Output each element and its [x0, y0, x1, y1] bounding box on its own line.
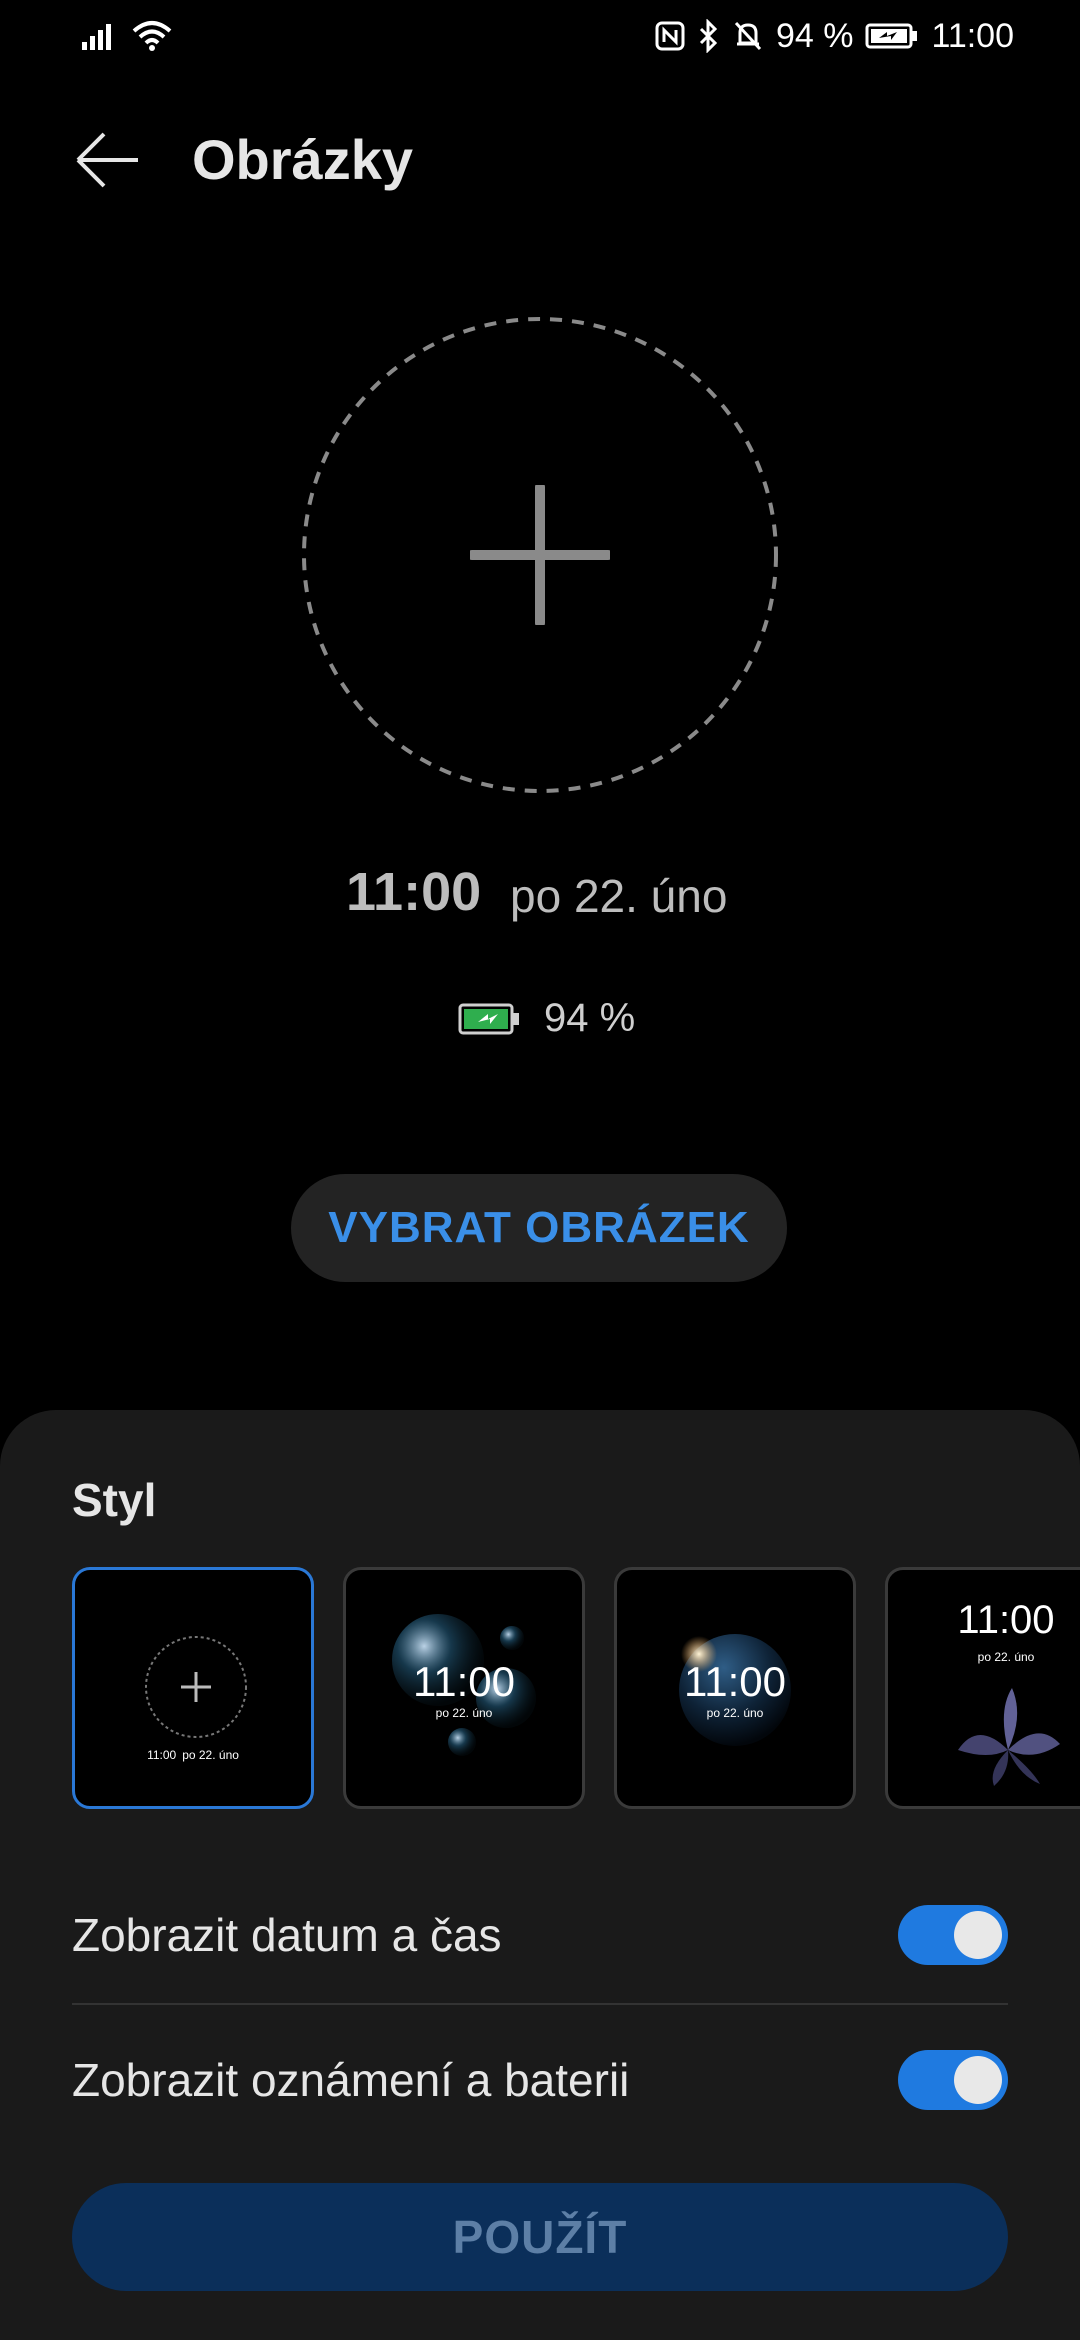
date-time-toggle[interactable]: [898, 1905, 1008, 1965]
preview-time: 11:00: [346, 862, 482, 922]
flower-art: [958, 1688, 1060, 1786]
toggle-row-notifications-battery[interactable]: Zobrazit oznámení a baterii: [72, 2025, 1008, 2135]
toggle-knob: [954, 2056, 1002, 2104]
style-thumb-custom[interactable]: 11:00 po 22. úno: [72, 1567, 314, 1809]
notifications-battery-toggle[interactable]: [898, 2050, 1008, 2110]
style-thumb-bubbles[interactable]: 11:00 po 22. úno: [343, 1567, 585, 1809]
back-button[interactable]: [70, 122, 146, 198]
status-bar: 94 % 11:00: [0, 0, 1080, 72]
battery-charging-green-icon: [458, 1003, 519, 1034]
status-time: 11:00: [931, 17, 1014, 55]
thumb-plus-circle: [145, 1636, 247, 1738]
battery-charging-icon: [865, 23, 918, 49]
thumb-time: 11:00: [147, 1748, 177, 1762]
signal-icon: [82, 24, 111, 50]
style-section-title: Styl: [72, 1474, 157, 1526]
status-right: 94 % 11:00: [654, 14, 1014, 58]
thumb-date: po 22. úno: [977, 1650, 1035, 1664]
apply-button[interactable]: POUŽÍT: [72, 2183, 1008, 2291]
thumb-time: 11:00: [684, 1658, 786, 1705]
divider: [72, 2003, 1008, 2005]
choose-image-button[interactable]: VYBRAT OBRÁZEK: [291, 1174, 787, 1282]
nfc-icon: [655, 21, 685, 51]
thumb-date: po 22. úno: [706, 1706, 764, 1720]
toggle-label-date-time: Zobrazit datum a čas: [72, 1909, 502, 1961]
preview-date: po 22. úno: [510, 870, 728, 922]
arrow-left-icon: [76, 132, 138, 188]
toggle-row-date-time[interactable]: Zobrazit datum a čas: [72, 1880, 1008, 1990]
page-title: Obrázky: [192, 128, 413, 191]
thumb-custom-datetime: 11:00 po 22. úno: [75, 1748, 311, 1762]
thumb-time: 11:00: [413, 1658, 515, 1705]
status-battery-percent: 94 %: [775, 17, 854, 55]
toggle-label-notifications-battery: Zobrazit oznámení a baterii: [72, 2054, 630, 2106]
bluetooth-icon: [699, 19, 718, 53]
toggle-knob: [954, 1911, 1002, 1959]
style-thumb-flower[interactable]: 11:00 po 22. úno: [885, 1567, 1080, 1809]
status-left: [80, 16, 174, 56]
thumb-date: po 22. úno: [435, 1706, 493, 1720]
preview-battery: 94 %: [458, 996, 635, 1041]
style-thumb-planet[interactable]: 11:00 po 22. úno: [614, 1567, 856, 1809]
wifi-icon: [132, 21, 172, 51]
plus-icon[interactable]: [470, 485, 610, 625]
thumb-date: po 22. úno: [182, 1748, 239, 1762]
preview-battery-text: 94 %: [544, 996, 636, 1040]
thumb-time: 11:00: [957, 1598, 1055, 1642]
silent-bell-icon: [734, 21, 762, 51]
